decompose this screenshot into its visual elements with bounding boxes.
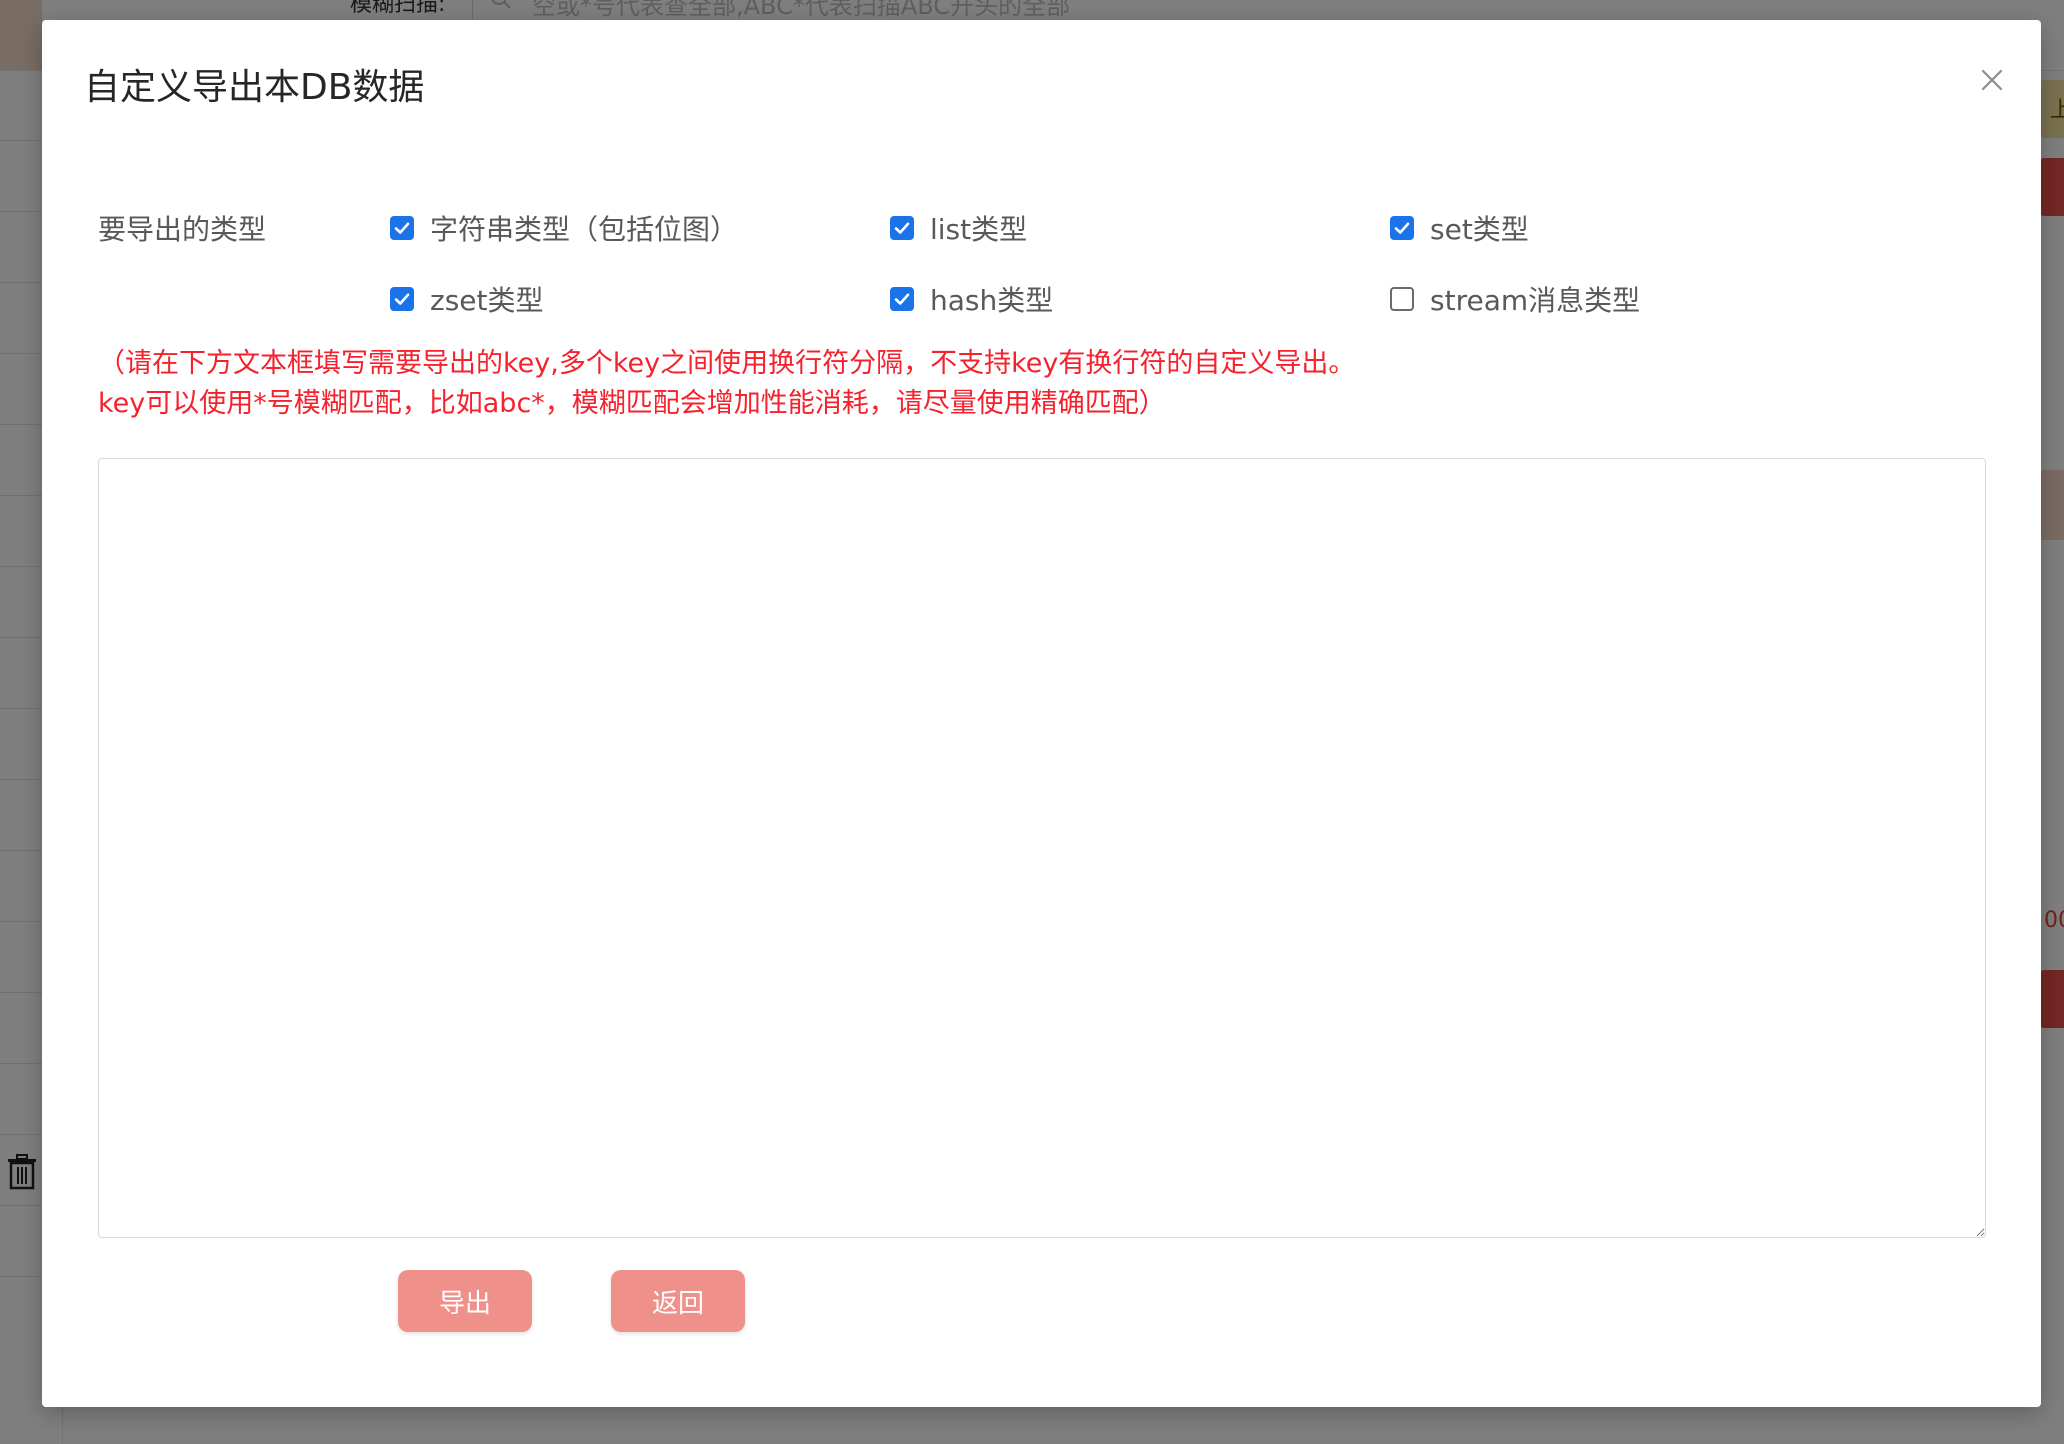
checkbox-label: set类型: [1430, 213, 1529, 246]
checkbox-hash-type[interactable]: hash类型: [890, 279, 1053, 319]
checkbox-set-type[interactable]: set类型: [1390, 208, 1529, 248]
types-label: 要导出的类型: [98, 213, 267, 246]
checkbox-checked-icon[interactable]: [390, 287, 414, 311]
notice-line-2: key可以使用*号模糊匹配，比如abc*，模糊匹配会增加性能消耗，请尽量使用精确…: [98, 388, 1166, 419]
notice-line-1: （请在下方文本框填写需要导出的key,多个key之间使用换行符分隔，不支持key…: [98, 348, 1356, 379]
back-button[interactable]: 返回: [611, 1270, 745, 1332]
keys-textarea[interactable]: [98, 458, 1986, 1238]
checkbox-label: list类型: [930, 213, 1028, 246]
checkbox-string-type[interactable]: 字符串类型（包括位图）: [390, 208, 738, 248]
checkbox-checked-icon[interactable]: [890, 216, 914, 240]
export-button[interactable]: 导出: [398, 1270, 532, 1332]
modal-title: 自定义导出本DB数据: [84, 67, 425, 108]
checkbox-label: 字符串类型（包括位图）: [430, 213, 739, 246]
export-db-modal: 自定义导出本DB数据 要导出的类型 字符串类型（包括位图） list类型 set…: [42, 20, 2041, 1407]
checkbox-label: hash类型: [930, 284, 1054, 317]
export-notice: （请在下方文本框填写需要导出的key,多个key之间使用换行符分隔，不支持key…: [98, 344, 1998, 424]
checkbox-stream-type[interactable]: stream消息类型: [1390, 279, 1640, 319]
checkbox-checked-icon[interactable]: [890, 287, 914, 311]
checkbox-list-type[interactable]: list类型: [890, 208, 1027, 248]
close-icon[interactable]: [1970, 58, 2014, 102]
checkbox-checked-icon[interactable]: [1390, 216, 1414, 240]
checkbox-zset-type[interactable]: zset类型: [390, 279, 544, 319]
checkbox-unchecked-icon[interactable]: [1390, 287, 1414, 311]
checkbox-label: zset类型: [430, 284, 544, 317]
checkbox-checked-icon[interactable]: [390, 216, 414, 240]
checkbox-label: stream消息类型: [1430, 284, 1641, 317]
